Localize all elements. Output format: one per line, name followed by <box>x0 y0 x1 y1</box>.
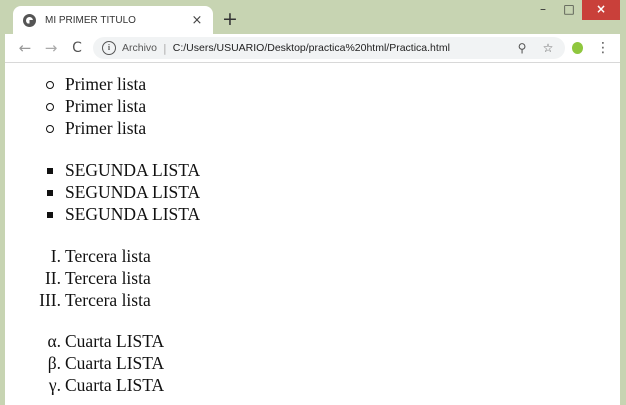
globe-icon <box>23 13 36 27</box>
list-marker: β. <box>47 353 61 373</box>
list-item-text: Primer lista <box>65 74 147 94</box>
list-item-text: SEGUNDA LISTA <box>65 160 201 180</box>
zoom-icon[interactable]: ⚲ <box>513 41 531 55</box>
info-icon[interactable]: i <box>102 41 116 55</box>
close-window-button[interactable]: × <box>582 0 620 20</box>
tab-strip: MI PRIMER TITULO × + – □ × <box>5 0 620 34</box>
browser-tab[interactable]: MI PRIMER TITULO × <box>13 6 213 34</box>
list-marker: II. <box>44 268 61 288</box>
address-bar[interactable]: i Archivo | C:/Users/USUARIO/Desktop/pra… <box>93 37 565 59</box>
list-item-text: Cuarta LISTA <box>65 353 165 373</box>
list-item-text: Primer lista <box>65 96 147 116</box>
archivo-label: Archivo <box>122 42 158 54</box>
list-item-text: SEGUNDA LISTA <box>65 182 201 202</box>
extension-icon[interactable] <box>572 42 583 54</box>
list-item-text: Cuarta LISTA <box>65 375 165 395</box>
circle-bullet-icon <box>46 81 54 89</box>
minimize-button[interactable]: – <box>530 0 556 20</box>
maximize-button[interactable]: □ <box>556 0 582 20</box>
address-separator: | <box>163 41 167 55</box>
square-bullet-icon <box>47 168 53 174</box>
browser-window: MI PRIMER TITULO × + – □ × ← → C i Archi… <box>5 0 620 405</box>
tab-title: MI PRIMER TITULO <box>45 14 136 26</box>
close-tab-icon[interactable]: × <box>189 13 205 28</box>
url-text[interactable]: C:/Users/USUARIO/Desktop/practica%20html… <box>173 42 513 54</box>
list-item-text: Primer lista <box>65 118 147 138</box>
list-marker: γ. <box>48 375 61 395</box>
list-item-text: Tercera lista <box>65 246 151 266</box>
list-marker: I. <box>50 246 61 266</box>
bookmark-star-icon[interactable]: ☆ <box>539 41 557 55</box>
square-bullet-icon <box>47 212 53 218</box>
list-marker: III. <box>39 290 61 310</box>
square-bullet-icon <box>47 190 53 196</box>
circle-bullet-icon <box>46 103 54 111</box>
page-content: Primer lista Primer lista Primer lista S… <box>5 63 620 405</box>
menu-dots-icon[interactable]: ⋮ <box>596 38 610 58</box>
list-item-text: Cuarta LISTA <box>65 331 165 351</box>
new-tab-button[interactable]: + <box>219 8 241 30</box>
back-arrow-icon[interactable]: ← <box>15 38 35 58</box>
list-item-text: Tercera lista <box>65 268 151 288</box>
browser-toolbar: ← → C i Archivo | C:/Users/USUARIO/Deskt… <box>5 34 620 63</box>
circle-bullet-icon <box>46 125 54 133</box>
forward-arrow-icon[interactable]: → <box>41 38 61 58</box>
reload-icon[interactable]: C <box>67 38 87 58</box>
list-marker: α. <box>47 331 61 351</box>
list-item-text: Tercera lista <box>65 290 151 310</box>
list-item-text: SEGUNDA LISTA <box>65 204 201 224</box>
